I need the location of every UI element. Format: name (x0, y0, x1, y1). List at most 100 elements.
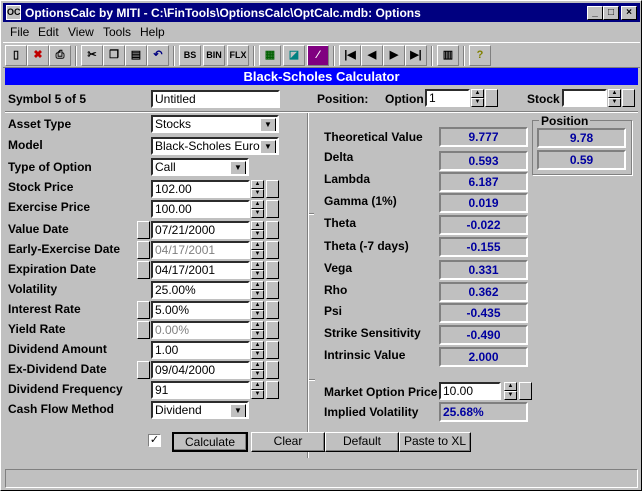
first-record-icon[interactable]: |◀ (339, 45, 361, 66)
ex-dividend-date-label: Ex-Dividend Date (8, 362, 107, 376)
cut-icon[interactable]: ✂ (81, 45, 103, 66)
option-position-button[interactable] (485, 89, 498, 107)
yield-rate-lookup-button[interactable] (137, 321, 150, 339)
interest-rate-button[interactable] (266, 301, 279, 319)
chevron-down-icon[interactable]: ▼ (260, 140, 276, 153)
rho-label: Rho (324, 283, 348, 297)
stock-position-button[interactable] (622, 89, 635, 107)
chevron-down-icon[interactable]: ▼ (230, 161, 246, 174)
calculator-icon[interactable]: ▦ (259, 45, 281, 66)
symbol-input[interactable]: Untitled (151, 90, 280, 108)
interest-rate-lookup-button[interactable] (137, 301, 150, 319)
dividend-frequency-input[interactable]: 91 (151, 381, 250, 399)
market-price-button[interactable] (519, 382, 532, 400)
calculate-button[interactable]: Calculate (172, 432, 248, 452)
menu-edit[interactable]: Edit (38, 25, 59, 39)
market-option-price-input[interactable]: 10.00 (439, 382, 501, 400)
menu-file[interactable]: File (10, 25, 29, 39)
value-date-spinner[interactable]: ▲ ▼ (251, 221, 264, 239)
option-label: Option (385, 92, 424, 106)
chart-icon[interactable]: ◪ (283, 45, 305, 66)
psi-output: -0.435 (439, 303, 528, 323)
report-icon[interactable]: ▥ (437, 45, 459, 66)
stock-price-button[interactable] (266, 180, 279, 198)
delete-icon[interactable]: ✖ (27, 45, 49, 66)
paste-to-xl-button[interactable]: Paste to XL (399, 432, 471, 452)
exercise-price-input[interactable]: 100.00 (151, 200, 250, 218)
ex-dividend-date-button[interactable] (266, 361, 279, 379)
theta-label: Theta (324, 216, 357, 230)
ex-dividend-calendar-button[interactable] (137, 361, 150, 379)
value-date-calendar-button[interactable] (137, 221, 150, 239)
maximize-button[interactable]: □ (603, 6, 619, 20)
interest-rate-input[interactable]: 5.00% (151, 301, 250, 319)
new-icon[interactable]: ▯ (5, 45, 27, 66)
chevron-down-icon[interactable]: ▼ (260, 118, 276, 131)
dividend-amount-input[interactable]: 1.00 (151, 341, 250, 359)
volatility-spinner[interactable]: ▲ ▼ (251, 281, 264, 299)
copy-icon[interactable]: ❐ (103, 45, 125, 66)
buy-sell-icon[interactable]: BS (179, 45, 201, 66)
type-of-option-select[interactable]: Call ▼ (151, 158, 249, 176)
position-delta-output: 0.59 (537, 150, 626, 170)
clear-button[interactable]: Clear (251, 432, 325, 452)
undo-icon[interactable]: ↶ (147, 45, 169, 66)
expiration-date-input[interactable]: 04/17/2001 (151, 261, 250, 279)
value-date-button[interactable] (266, 221, 279, 239)
chevron-down-icon[interactable]: ▼ (230, 404, 246, 417)
menu-view[interactable]: View (68, 25, 94, 39)
option-position-input[interactable]: 1 (425, 89, 470, 107)
option-position-spinner[interactable]: ▲ ▼ (471, 89, 484, 107)
interest-rate-spinner[interactable]: ▲ ▼ (251, 301, 264, 319)
asset-type-select[interactable]: Stocks ▼ (151, 115, 279, 133)
ex-dividend-date-input[interactable]: 09/04/2000 (151, 361, 250, 379)
menu-tools[interactable]: Tools (103, 25, 131, 39)
dividend-frequency-button[interactable] (266, 381, 279, 399)
main-window: OC OptionsCalc by MITI - C:\FinTools\Opt… (0, 0, 642, 491)
menu-help[interactable]: Help (140, 25, 165, 39)
default-button[interactable]: Default (325, 432, 399, 452)
minimize-button[interactable]: _ (587, 6, 603, 20)
stock-position-input[interactable] (562, 89, 607, 107)
model-select[interactable]: Black-Scholes Euro ▼ (151, 137, 279, 155)
value-date-input[interactable]: 07/21/2000 (151, 221, 250, 239)
expiration-date-button[interactable] (266, 261, 279, 279)
yield-rate-input[interactable]: 0.00% (151, 321, 250, 339)
market-price-spinner[interactable]: ▲ ▼ (504, 382, 517, 400)
early-exercise-date-spinner[interactable]: ▲ ▼ (251, 241, 264, 259)
prev-record-icon[interactable]: ◀ (361, 45, 383, 66)
exercise-price-spinner[interactable]: ▲ ▼ (251, 200, 264, 218)
close-button[interactable]: × (621, 6, 637, 20)
expiration-calendar-button[interactable] (137, 261, 150, 279)
early-exercise-date-button[interactable] (266, 241, 279, 259)
ex-dividend-date-spinner[interactable]: ▲ ▼ (251, 361, 264, 379)
graph-icon[interactable]: ⁄ (307, 45, 329, 66)
last-record-icon[interactable]: ▶| (405, 45, 427, 66)
dividend-amount-button[interactable] (266, 341, 279, 359)
intrinsic-value-label: Intrinsic Value (324, 348, 406, 362)
stock-price-input[interactable]: 102.00 (151, 180, 250, 198)
dividend-amount-spinner[interactable]: ▲ ▼ (251, 341, 264, 359)
bin-icon[interactable]: BIN (203, 45, 225, 66)
app-icon[interactable]: OC (6, 5, 21, 20)
paste-icon[interactable]: ▤ (125, 45, 147, 66)
volatility-input[interactable]: 25.00% (151, 281, 250, 299)
flx-icon[interactable]: FLX (227, 45, 249, 66)
exercise-price-button[interactable] (266, 200, 279, 218)
stock-position-spinner[interactable]: ▲ ▼ (608, 89, 621, 107)
expiration-date-spinner[interactable]: ▲ ▼ (251, 261, 264, 279)
auto-calc-checkbox[interactable]: ✓ (148, 434, 161, 447)
yield-rate-spinner[interactable]: ▲ ▼ (251, 321, 264, 339)
volatility-button[interactable] (266, 281, 279, 299)
yield-rate-button[interactable] (266, 321, 279, 339)
interest-rate-label: Interest Rate (8, 302, 81, 316)
title-bar[interactable]: OC OptionsCalc by MITI - C:\FinTools\Opt… (3, 3, 640, 22)
print-icon[interactable]: ⎙ (49, 45, 71, 66)
cash-flow-method-select[interactable]: Dividend ▼ (151, 401, 249, 419)
early-exercise-calendar-button[interactable] (137, 241, 150, 259)
next-record-icon[interactable]: ▶ (383, 45, 405, 66)
help-icon[interactable]: ? (469, 45, 491, 66)
stock-price-spinner[interactable]: ▲ ▼ (251, 180, 264, 198)
early-exercise-date-input[interactable]: 04/17/2001 (151, 241, 250, 259)
dividend-frequency-spinner[interactable]: ▲ ▼ (251, 381, 264, 399)
